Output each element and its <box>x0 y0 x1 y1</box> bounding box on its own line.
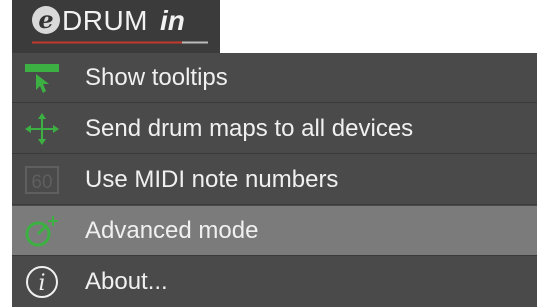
app-logo: e DRUM in <box>12 0 220 54</box>
advanced-mode-icon <box>22 213 62 249</box>
menu-item-label: Use MIDI note numbers <box>85 166 339 193</box>
logo-brand-text: DRUM <box>62 5 148 36</box>
menu-item-send-drum-maps[interactable]: Send drum maps to all devices <box>12 104 537 154</box>
menu-item-label: Advanced mode <box>85 217 259 244</box>
logo-e-badge: e <box>32 6 60 34</box>
info-icon: i <box>22 264 62 300</box>
logo-suffix-text: in <box>160 5 185 36</box>
broadcast-arrows-icon <box>22 111 62 147</box>
menu-item-label: Send drum maps to all devices <box>85 115 414 142</box>
menu-item-label: Show tooltips <box>85 64 228 91</box>
logo-underline <box>32 41 208 44</box>
note-number-icon: 60 <box>22 162 62 198</box>
tooltip-cursor-icon <box>22 60 62 96</box>
menu-item-about[interactable]: i About... <box>12 257 537 307</box>
settings-menu: Show tooltips Send drum maps to all devi… <box>12 53 537 307</box>
svg-text:60: 60 <box>31 172 52 193</box>
menu-item-show-tooltips[interactable]: Show tooltips <box>12 53 537 103</box>
menu-item-use-midi-note-numbers[interactable]: 60 Use MIDI note numbers <box>12 155 537 205</box>
svg-text:i: i <box>38 271 45 296</box>
menu-item-label: About... <box>85 268 168 295</box>
menu-item-advanced-mode[interactable]: Advanced mode <box>12 206 537 256</box>
